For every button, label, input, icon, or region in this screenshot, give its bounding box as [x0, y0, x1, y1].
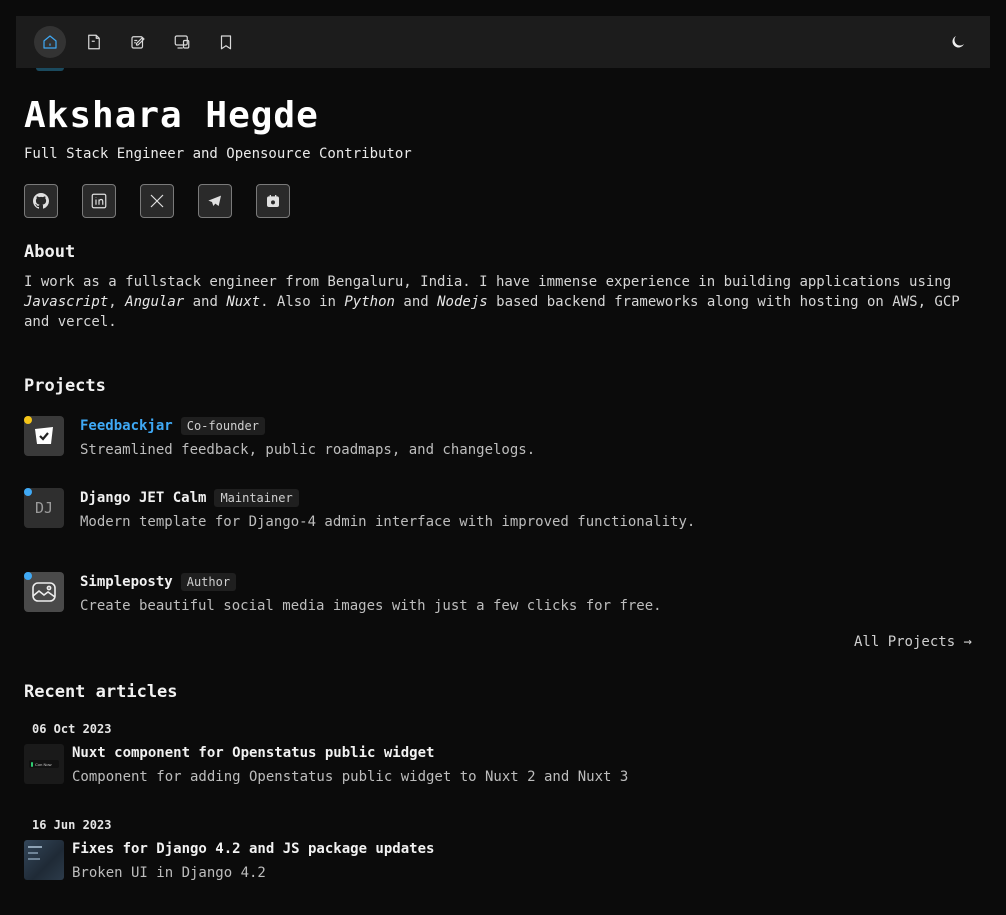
tech-python: Python	[344, 294, 395, 310]
thumbnail-line	[28, 858, 40, 860]
project-item: Simpleposty Author Create beautiful soci…	[24, 572, 982, 616]
avatar	[36, 68, 64, 71]
project-description: Create beautiful social media images wit…	[80, 598, 662, 614]
moon-icon	[952, 36, 964, 48]
devices-icon	[174, 35, 190, 49]
nav-home[interactable]	[34, 26, 66, 58]
theme-toggle-button[interactable]	[942, 26, 974, 58]
profile-name: Akshara Hegde	[24, 95, 319, 136]
project-link[interactable]: Django JET Calm	[80, 490, 206, 506]
project-header: Django JET Calm Maintainer	[80, 488, 695, 508]
status-icon	[31, 761, 33, 767]
project-header: Simpleposty Author	[80, 572, 662, 592]
project-item: Feedbackjar Co-founder Streamlined feedb…	[24, 416, 982, 460]
article-row[interactable]: Fixes for Django 4.2 and JS package upda…	[24, 840, 982, 882]
nav-articles[interactable]	[122, 26, 154, 58]
bookmark-icon	[220, 35, 232, 50]
about-text-part: ,	[108, 294, 117, 310]
linkedin-icon	[91, 193, 107, 209]
article-title[interactable]: Fixes for Django 4.2 and JS package upda…	[72, 840, 434, 858]
article-description: Component for adding Openstatus public w…	[72, 769, 629, 785]
linkedin-link[interactable]	[82, 184, 116, 218]
about-text-part: and	[403, 294, 429, 310]
nav-menu	[34, 26, 254, 58]
simpleposty-logo-icon	[32, 582, 56, 602]
calendar-link[interactable]	[256, 184, 290, 218]
article-item: 06 Oct 2023 Con Now Nuxt component for O…	[24, 722, 982, 786]
top-nav-bar	[16, 16, 990, 68]
all-projects-row: All Projects →	[24, 616, 982, 658]
project-item: DJ Django JET Calm Maintainer Modern tem…	[24, 488, 982, 532]
about-text-part: and	[192, 294, 218, 310]
all-projects-link[interactable]: All Projects →	[854, 634, 972, 650]
project-link[interactable]: Simpleposty	[80, 574, 173, 590]
project-body: Simpleposty Author Create beautiful soci…	[80, 572, 662, 616]
thumbnail-line	[28, 846, 42, 848]
article-thumbnail: Con Now	[24, 744, 64, 784]
tech-javascript: Javascript	[24, 294, 109, 310]
project-logo: DJ	[24, 488, 64, 528]
article-description: Broken UI in Django 4.2	[72, 865, 266, 881]
github-link[interactable]	[24, 184, 58, 218]
article-body: Fixes for Django 4.2 and JS package upda…	[72, 840, 434, 882]
role-badge: Co-founder	[180, 417, 265, 435]
project-logo	[24, 416, 64, 456]
article-row[interactable]: Con Now Nuxt component for Openstatus pu…	[24, 744, 982, 786]
article-date: 16 Jun 2023	[32, 818, 112, 832]
project-body: Django JET Calm Maintainer Modern templa…	[80, 488, 695, 532]
status-dot	[24, 416, 32, 424]
tech-nodejs: Nodejs	[437, 294, 488, 310]
article-body: Nuxt component for Openstatus public wid…	[72, 744, 628, 786]
edit-icon	[131, 36, 145, 49]
about-heading: About	[24, 242, 76, 262]
article-item: 16 Jun 2023 Fixes for Django 4.2 and JS …	[24, 818, 982, 882]
tech-angular: Angular	[125, 294, 185, 310]
articles-heading: Recent articles	[24, 682, 178, 702]
x-icon	[150, 194, 164, 208]
thumbnail-line	[28, 852, 38, 854]
thumbnail-widget: Con Now	[29, 760, 59, 768]
home-icon	[43, 35, 57, 49]
nav-projects[interactable]	[166, 26, 198, 58]
thumbnail-text: Con Now	[35, 761, 52, 767]
role-badge: Maintainer	[214, 489, 299, 507]
project-description: Modern template for Django-4 admin inter…	[80, 514, 696, 530]
document-icon	[88, 34, 100, 50]
about-text-part: I work as a fullstack engineer from Beng…	[24, 274, 952, 290]
nav-documents[interactable]	[78, 26, 110, 58]
social-links	[24, 184, 982, 218]
calendar-icon	[267, 195, 279, 207]
x-link[interactable]	[140, 184, 174, 218]
project-header: Feedbackjar Co-founder	[80, 416, 535, 436]
status-dot	[24, 488, 32, 496]
telegram-icon	[208, 195, 221, 206]
article-thumbnail	[24, 840, 64, 880]
github-icon	[33, 193, 49, 209]
role-badge: Author	[180, 573, 237, 591]
project-link[interactable]: Feedbackjar	[80, 418, 173, 434]
project-logo	[24, 572, 64, 612]
about-text: I work as a fullstack engineer from Beng…	[24, 272, 982, 332]
project-description: Streamlined feedback, public roadmaps, a…	[80, 442, 536, 458]
telegram-link[interactable]	[198, 184, 232, 218]
article-date: 06 Oct 2023	[32, 722, 112, 736]
about-text-part: . Also in	[260, 294, 336, 310]
status-dot	[24, 572, 32, 580]
main-content: Akshara Hegde Full Stack Engineer and Op…	[24, 88, 982, 882]
project-body: Feedbackjar Co-founder Streamlined feedb…	[80, 416, 535, 460]
profile-tagline: Full Stack Engineer and Opensource Contr…	[24, 146, 412, 162]
article-title[interactable]: Nuxt component for Openstatus public wid…	[72, 744, 628, 762]
project-logo-text: DJ	[34, 499, 54, 517]
feedbackjar-logo-icon	[35, 427, 53, 444]
projects-heading: Projects	[24, 376, 106, 396]
tech-nuxt: Nuxt	[226, 294, 261, 310]
nav-bookmarks[interactable]	[210, 26, 242, 58]
